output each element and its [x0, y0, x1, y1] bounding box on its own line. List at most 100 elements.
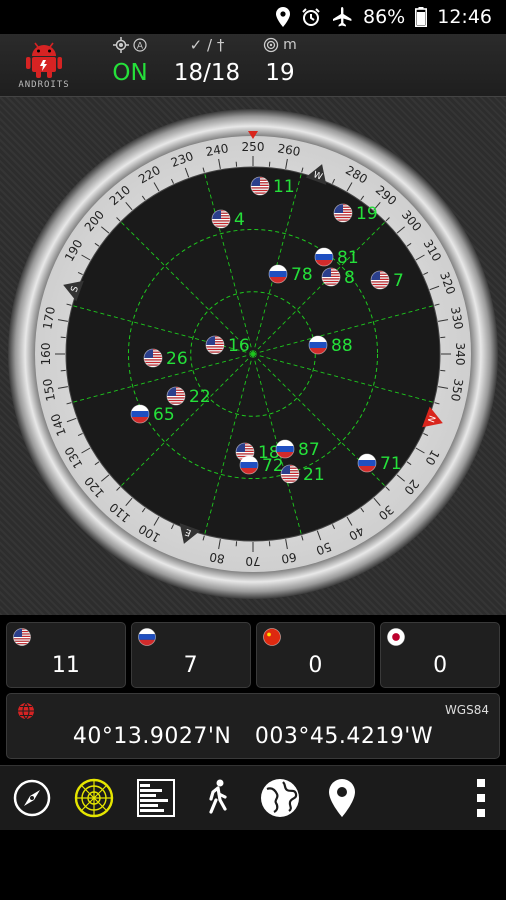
satellite-prn: 72: [262, 456, 284, 476]
nav-walk-button[interactable]: [187, 766, 249, 830]
airplane-icon: [333, 7, 352, 27]
clock: 12:46: [437, 6, 492, 28]
nav-location-button[interactable]: [311, 766, 373, 830]
accuracy-status: m 19: [254, 34, 306, 96]
system-nav-area: [0, 830, 506, 900]
satellites-value: 18/18: [173, 60, 241, 86]
satellite-prn: 16: [228, 336, 250, 356]
fix-status-value: ON: [112, 60, 148, 86]
ru-flag-icon: [314, 247, 334, 267]
nav-world-button[interactable]: [249, 766, 311, 830]
globe-icon: [261, 779, 299, 817]
us-flag-icon: [13, 628, 31, 646]
battery-icon: [415, 7, 428, 27]
coordinates: 40°13.9027'N 003°45.4219'W: [7, 724, 499, 749]
us-flag-icon: [211, 209, 231, 229]
radar-svg: 240 250 2602802903003103203303403501020304…: [8, 109, 498, 599]
app-logo: ANDROITS: [14, 40, 74, 92]
battery-percent: 86%: [363, 6, 406, 28]
ru-flag-icon: [137, 628, 156, 646]
satellite-prn: 88: [331, 336, 353, 356]
satellite-prn: 11: [273, 177, 295, 197]
longitude: 003°45.4219'W: [254, 724, 434, 749]
auto-icon: A: [133, 38, 147, 52]
satellite-prn: 65: [153, 405, 175, 425]
glonass-count-box: 7: [130, 622, 251, 688]
logo-text: ANDROITS: [18, 80, 70, 90]
satellite-prn: 22: [189, 387, 211, 407]
cn-flag-icon: [262, 628, 281, 646]
china-flag-icon: [262, 628, 281, 646]
ru-flag-icon: [357, 453, 377, 473]
satellites-label: ✓ / †: [189, 36, 225, 54]
ru-flag-icon: [268, 264, 288, 284]
walking-person-icon: [209, 779, 227, 814]
latitude: 40°13.9027'N: [72, 724, 232, 749]
accuracy-unit: m: [283, 37, 297, 53]
accuracy-icon: [264, 37, 279, 53]
us-flag-icon: [280, 464, 300, 484]
sky-view-radar[interactable]: 240 250 260 280 290 300 310 320 330 340 350 10 20 30 4…: [0, 97, 506, 615]
beidou-count: 0: [308, 653, 323, 678]
compass-label: 250: [242, 140, 265, 154]
ru-flag-icon: [130, 404, 150, 424]
status-bar: 86% 12:46: [0, 0, 506, 34]
satellite-prn: 81: [337, 248, 359, 268]
signal-bars-icon: [137, 779, 175, 817]
satellite-prn: 7: [393, 271, 404, 291]
nav-radar-button[interactable]: [63, 766, 125, 830]
japan-flag-icon: [387, 628, 406, 646]
qzss-count: 0: [433, 653, 448, 678]
us-flag-icon: [205, 335, 225, 355]
coordinates-box[interactable]: WGS84 40°13.9027'N 003°45.4219'W: [6, 693, 500, 759]
us-flag-icon: [321, 267, 341, 287]
compass-label: 70: [245, 554, 260, 568]
nav-signal-button[interactable]: [125, 766, 187, 830]
nav-compass-button[interactable]: [1, 766, 63, 830]
us-flag-icon: [370, 270, 390, 290]
satellite-prn: 78: [291, 265, 313, 285]
satellite-prn: 87: [298, 440, 320, 460]
satellite-prn: 21: [303, 465, 325, 485]
compass-label: 60: [280, 550, 297, 566]
compass-icon: [13, 779, 51, 817]
satellite-prn: 4: [234, 210, 245, 230]
svg-text:A: A: [137, 42, 144, 52]
satellites-status: ✓ / † 18/18: [168, 34, 246, 96]
us-flag-icon: [13, 628, 31, 646]
russia-flag-icon: [137, 628, 156, 646]
ru-flag-icon: [239, 455, 259, 475]
location-icon: [276, 7, 290, 27]
accuracy-value: 19: [265, 60, 295, 86]
compass-label: 80: [208, 550, 225, 566]
satellite-prn: 19: [356, 204, 378, 224]
us-flag-icon: [166, 386, 186, 406]
satellite-prn: 26: [166, 349, 188, 369]
overflow-menu-button[interactable]: [456, 766, 506, 830]
satellite-prn: 8: [344, 268, 355, 288]
satellite-prn: 71: [380, 454, 402, 474]
us-flag-icon: [143, 348, 163, 368]
location-pin-icon: [329, 779, 355, 817]
glonass-count: 7: [183, 653, 198, 678]
gps-count-box: 11: [6, 622, 126, 688]
bottom-navigation: [0, 765, 506, 830]
compass-label: 340: [453, 343, 467, 366]
gps-count: 11: [51, 653, 80, 678]
globe-small-icon: [18, 702, 34, 720]
compass-label: 160: [39, 343, 53, 366]
header: ANDROITS A ON ✓ / † 18/18 m 19: [0, 34, 506, 97]
fix-status: A ON: [100, 34, 160, 96]
ru-flag-icon: [308, 335, 328, 355]
android-robot-icon: [26, 42, 62, 78]
jp-flag-icon: [387, 628, 406, 646]
radar-icon: [74, 778, 114, 818]
more-vert-icon: [477, 779, 485, 817]
qzss-count-box: 0: [380, 622, 500, 688]
alarm-icon: [302, 8, 320, 26]
us-flag-icon: [250, 176, 270, 196]
beidou-count-box: 0: [255, 622, 376, 688]
constellation-counts: 11 7 0 0: [6, 622, 500, 688]
datum-label: WGS84: [444, 703, 489, 717]
us-flag-icon: [333, 203, 353, 223]
